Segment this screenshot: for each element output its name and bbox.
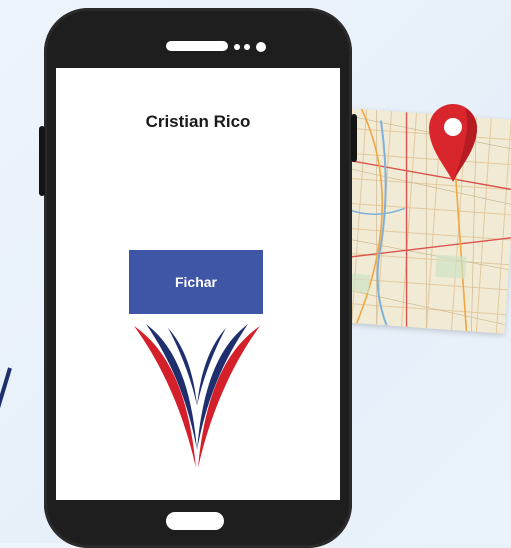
sensor-dot [244, 44, 250, 50]
camera-icon [256, 42, 266, 52]
phone-frame: Cristian Rico Fichar [39, 8, 357, 548]
brand-logo [134, 324, 260, 468]
phone-screen: Cristian Rico Fichar [56, 68, 340, 500]
sensor-dot [234, 44, 240, 50]
side-button-left [39, 126, 45, 196]
clock-in-button[interactable]: Fichar [129, 250, 263, 314]
map-illustration [330, 92, 511, 334]
speaker-grille [166, 41, 228, 51]
partial-glyph [0, 367, 12, 409]
side-button-right [351, 114, 357, 162]
map-icon [336, 108, 511, 334]
location-pin-icon [429, 104, 477, 182]
user-name: Cristian Rico [145, 112, 251, 131]
home-button[interactable] [166, 512, 224, 530]
